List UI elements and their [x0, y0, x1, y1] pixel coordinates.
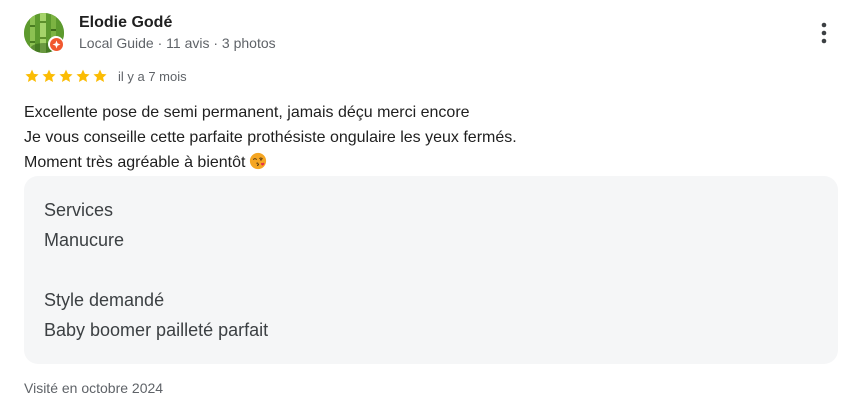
detail-value-services: Manucure [44, 230, 125, 250]
detail-label-style: Style demandé [44, 290, 165, 310]
review-line: Moment très agréable à bientôt [24, 154, 246, 171]
star-icon [92, 68, 108, 84]
more-vert-icon [821, 22, 827, 44]
detail-value-style: Baby boomer pailleté parfait [44, 320, 269, 340]
reviewer-meta[interactable]: Local Guide · 11 avis · 3 photos [79, 34, 276, 52]
review-line: Excellente pose de semi permanent, jamai… [24, 104, 470, 121]
star-icon [41, 68, 57, 84]
review-date: il y a 7 mois [118, 68, 187, 84]
review-details-panel: Services Manucure Style demandé Baby boo… [24, 176, 838, 364]
reviewer-name[interactable]: Elodie Godé [79, 13, 172, 33]
visit-date: Visité en octobre 2024 [24, 380, 164, 396]
review-line-last: Moment très agréable à bientôt [24, 150, 824, 175]
local-guide-star-icon [52, 40, 60, 48]
review-text: Excellente pose de semi permanent, jamai… [24, 100, 824, 175]
star-icon [24, 68, 40, 84]
face-blowing-kiss-icon [249, 152, 267, 170]
review-line: Je vous conseille cette parfaite prothés… [24, 129, 517, 146]
star-icon [75, 68, 91, 84]
detail-label-services: Services [44, 200, 114, 220]
star-rating [24, 68, 108, 84]
more-options-button[interactable] [810, 18, 838, 48]
review-card: Elodie Godé Local Guide · 11 avis · 3 ph… [0, 0, 868, 405]
local-guide-badge [48, 36, 64, 52]
star-icon [58, 68, 74, 84]
rating-row: il y a 7 mois [24, 66, 187, 86]
